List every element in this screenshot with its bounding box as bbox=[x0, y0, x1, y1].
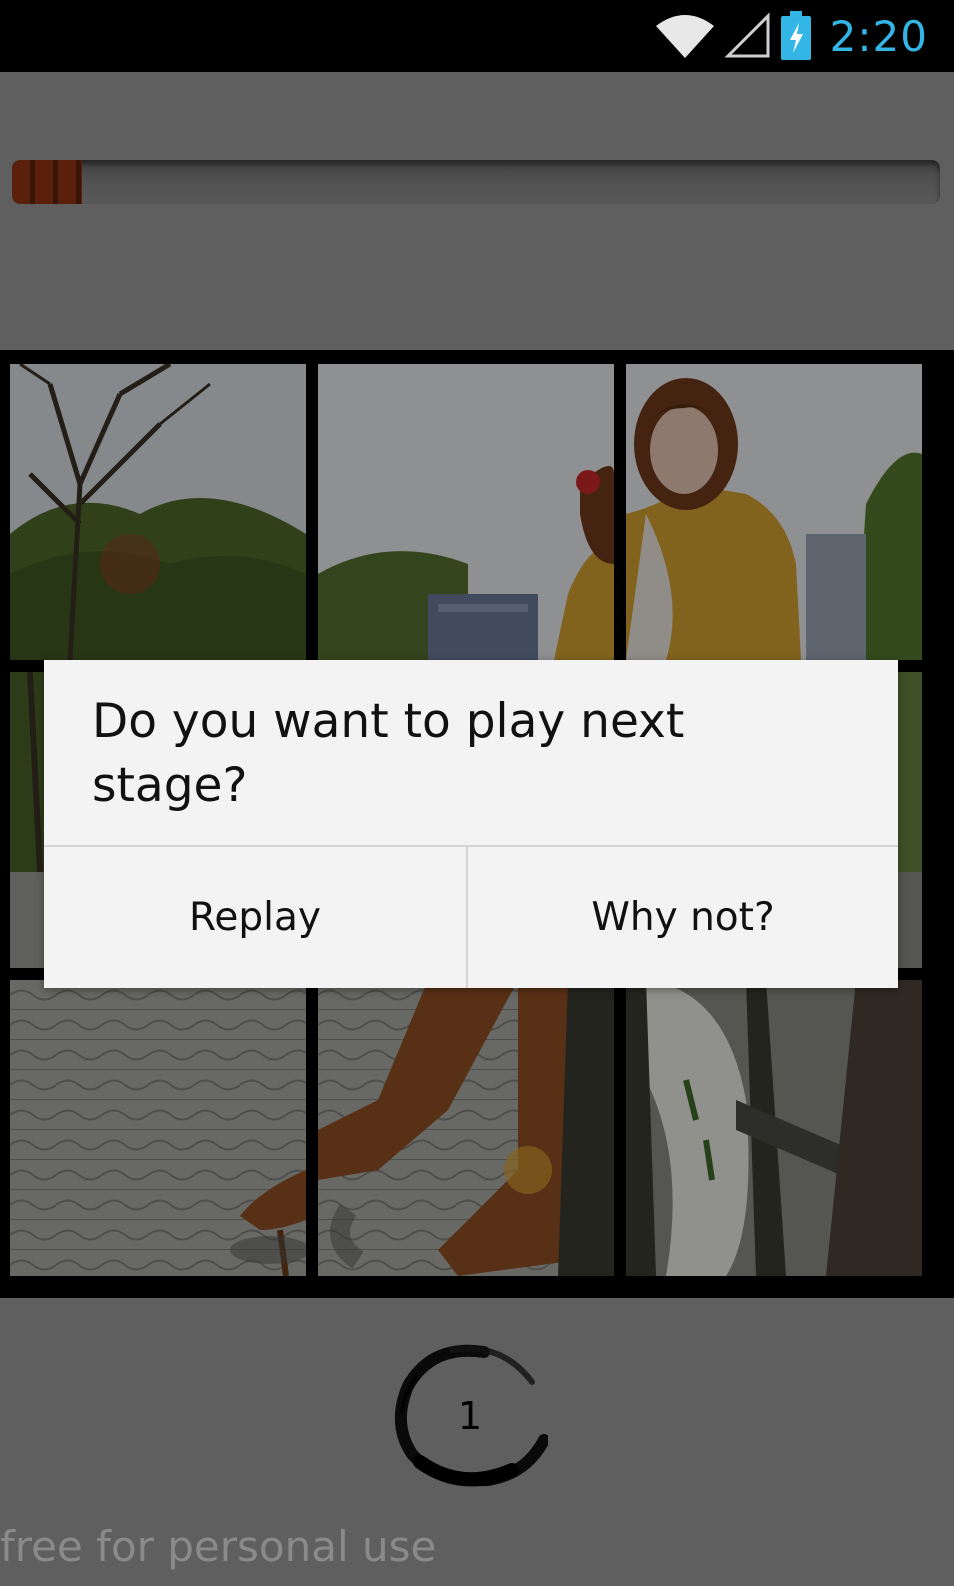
progress-fill bbox=[12, 160, 82, 204]
footer-note: free for personal use bbox=[0, 1522, 437, 1571]
why-not-button[interactable]: Why not? bbox=[468, 847, 898, 988]
status-bar: 2:20 bbox=[0, 0, 954, 72]
wifi-icon bbox=[654, 12, 716, 60]
stage-badge: 1 bbox=[392, 1342, 550, 1490]
clock: 2:20 bbox=[829, 11, 928, 61]
replay-button[interactable]: Replay bbox=[44, 847, 466, 988]
battery-charging-icon bbox=[780, 11, 812, 61]
progress-bar bbox=[12, 160, 940, 204]
dialog-message: Do you want to play next stage? bbox=[92, 694, 685, 813]
cell-signal-icon bbox=[724, 12, 772, 60]
stage-number: 1 bbox=[457, 1394, 483, 1438]
next-stage-dialog: Do you want to play next stage? Replay W… bbox=[44, 660, 898, 988]
status-icons: 2:20 bbox=[654, 0, 928, 72]
